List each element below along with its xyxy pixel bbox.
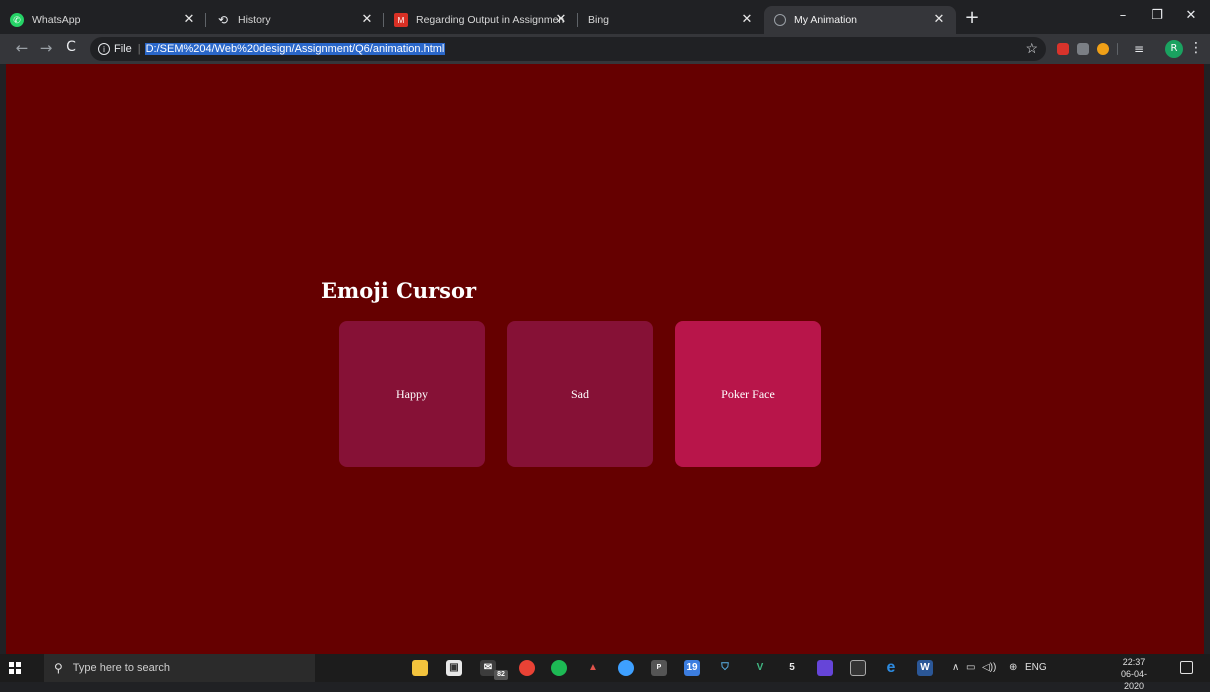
- tab-history[interactable]: ⟲ History ✕: [206, 6, 384, 34]
- reading-list-icon[interactable]: ≡: [1134, 43, 1146, 55]
- mail-badge: 82: [494, 670, 508, 680]
- network-icon[interactable]: ⊕: [1009, 662, 1017, 673]
- browser-toolbar: ← → C i File | D:/SEM%204/Web%20design/A…: [0, 34, 1210, 64]
- history-icon: ⟲: [217, 13, 229, 27]
- tray-chevron-icon[interactable]: ∧: [952, 662, 959, 673]
- emoji-card-happy[interactable]: Happy: [339, 321, 485, 467]
- close-icon[interactable]: ✕: [554, 12, 568, 26]
- tab-title: Bing: [588, 14, 610, 26]
- word-icon[interactable]: W: [917, 660, 933, 676]
- taskbar-clock[interactable]: 22:37 06-04-2020: [1114, 656, 1154, 692]
- angular-icon[interactable]: ▲: [585, 660, 601, 676]
- forward-icon[interactable]: →: [36, 39, 56, 57]
- restore-button[interactable]: ❐: [1142, 8, 1172, 23]
- emoji-card-sad[interactable]: Sad: [507, 321, 653, 467]
- divider: |: [137, 43, 141, 55]
- pubg-icon[interactable]: P: [651, 660, 667, 676]
- tab-title: History: [238, 14, 271, 26]
- page-title: Emoji Cursor: [321, 278, 477, 303]
- language-indicator[interactable]: ENG: [1025, 662, 1047, 673]
- adblock-plus-icon[interactable]: [1057, 43, 1069, 55]
- window-border: [1204, 64, 1210, 654]
- minimize-button[interactable]: –: [1108, 8, 1138, 23]
- tab-title: Regarding Output in Assignment: [416, 14, 564, 26]
- chrome-icon[interactable]: [519, 660, 535, 676]
- tab-title: WhatsApp: [32, 14, 81, 26]
- close-icon[interactable]: ✕: [360, 12, 374, 26]
- volume-icon[interactable]: ◁)): [982, 662, 996, 673]
- profile-avatar[interactable]: R: [1165, 40, 1183, 58]
- gmail-icon: M: [394, 13, 408, 27]
- reload-icon[interactable]: C: [61, 39, 81, 55]
- calendar-icon[interactable]: 19: [684, 660, 700, 676]
- close-icon[interactable]: ✕: [932, 12, 946, 26]
- menu-icon[interactable]: ⋮: [1189, 40, 1203, 56]
- globe-icon: [774, 14, 786, 26]
- close-window-button[interactable]: ✕: [1176, 8, 1206, 23]
- tab-gmail[interactable]: M Regarding Output in Assignment ✕: [384, 6, 578, 34]
- search-placeholder: Type here to search: [72, 662, 171, 674]
- search-icon: ⚲: [54, 661, 63, 675]
- windows-taskbar: ⚲ Type here to search ▣ ✉ 82 ▲ P 19 ⛉ V …: [0, 654, 1210, 691]
- vue-icon[interactable]: V: [752, 660, 768, 676]
- tab-my-animation[interactable]: My Animation ✕: [764, 6, 956, 34]
- notification-icon[interactable]: [1180, 661, 1193, 674]
- vpn-icon[interactable]: ⛉: [717, 660, 733, 676]
- scheme-label: File: [114, 43, 132, 55]
- app-five-icon[interactable]: 5: [784, 660, 800, 676]
- file-explorer-icon[interactable]: [412, 660, 428, 676]
- windows-start-icon[interactable]: [9, 662, 21, 674]
- url-text[interactable]: D:/SEM%204/Web%20design/Assignment/Q6/an…: [144, 43, 446, 55]
- taskbar-search-input[interactable]: ⚲ Type here to search: [44, 654, 315, 682]
- close-icon[interactable]: ✕: [182, 12, 196, 26]
- whatsapp-icon: ✆: [10, 13, 24, 27]
- bookmark-star-icon[interactable]: ☆: [1025, 40, 1038, 57]
- extension-icon[interactable]: [1077, 43, 1089, 55]
- address-bar[interactable]: i File | D:/SEM%204/Web%20design/Assignm…: [90, 37, 1046, 61]
- tab-strip: ✆ WhatsApp ✕ ⟲ History ✕ M Regarding Out…: [0, 0, 1210, 34]
- store-icon[interactable]: ▣: [446, 660, 462, 676]
- tab-whatsapp[interactable]: ✆ WhatsApp ✕: [0, 6, 206, 34]
- new-tab-button[interactable]: +: [962, 8, 982, 28]
- tab-bing[interactable]: Bing ✕: [578, 6, 764, 34]
- emoji-card-poker-face[interactable]: Poker Face: [675, 321, 821, 467]
- page-viewport: Emoji Cursor Happy Sad Poker Face: [0, 64, 1210, 654]
- close-icon[interactable]: ✕: [740, 12, 754, 26]
- window-border: [0, 64, 6, 654]
- app-icon[interactable]: [618, 660, 634, 676]
- clock-date: 06-04-2020: [1120, 669, 1147, 691]
- tab-title: My Animation: [794, 14, 858, 26]
- info-icon[interactable]: i: [98, 43, 110, 55]
- battery-icon[interactable]: ▭: [966, 662, 975, 673]
- spotify-icon[interactable]: [551, 660, 567, 676]
- app-icon[interactable]: [850, 660, 866, 676]
- extension-flame-icon[interactable]: [1097, 43, 1109, 55]
- toolbar-divider: [1117, 43, 1118, 55]
- edge-icon[interactable]: e: [883, 660, 899, 676]
- nvidia-icon[interactable]: [817, 660, 833, 676]
- clock-time: 22:37: [1122, 657, 1146, 667]
- back-icon[interactable]: ←: [12, 39, 32, 57]
